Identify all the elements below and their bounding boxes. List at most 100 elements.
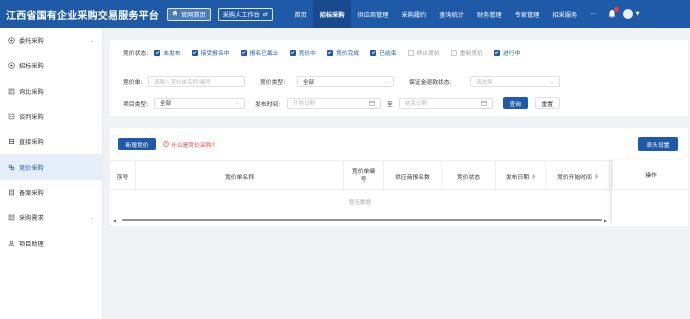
checkbox-checked-icon	[154, 49, 161, 56]
column-header-bid-start-time[interactable]: 竞价开始时间 ▲ ▼	[546, 161, 610, 191]
status-filter: 竞价状态: 未发布 接受报名中 报名已截止 竞价中 竞价完成 已结束 终止竞价	[123, 48, 531, 57]
direct-icon	[8, 138, 15, 145]
chevron-down-icon[interactable]: ▼	[636, 11, 640, 17]
nav-procurement-service[interactable]: 招采服务	[546, 0, 584, 28]
checkbox-checked-icon	[240, 49, 247, 56]
search-button[interactable]: 查询	[502, 97, 528, 109]
nav-expert-management[interactable]: 专家管理	[508, 0, 546, 28]
workbench-button-label: 采购人工作台	[222, 11, 260, 19]
sidebar-item-label: 备案采购	[19, 189, 44, 197]
publish-end-date-input[interactable]: 结束日期	[398, 97, 493, 109]
delegate-icon	[8, 37, 15, 44]
nav-more[interactable]: ···	[584, 0, 603, 28]
negotiation-icon	[8, 113, 15, 120]
sidebar-item-delegated-procurement[interactable]: 委托采购 ⌄	[0, 28, 102, 53]
add-bid-button[interactable]: 新增竞价	[118, 138, 156, 150]
fixed-operation-column: 操作	[611, 160, 689, 224]
filter-row-1: 竞价单: 请输入竞价单名称/编号 竞价类型: 全部 ⌄ 保证金退款状态: 请选择…	[123, 76, 560, 87]
bid-list-panel: 新增竞价 什么是竞价采购? 表头设置 序号 竞价单名称 竞价单编号 供应商报名数…	[110, 128, 689, 226]
nav-home[interactable]: 首页	[288, 0, 313, 28]
sidebar-item-tender-procurement[interactable]: 招标采购	[0, 53, 102, 78]
checkbox-checked-icon	[326, 49, 333, 56]
sidebar-item-negotiation-procurement[interactable]: 谈判采购	[0, 104, 102, 129]
what-is-bidding-link[interactable]: 什么是竞价采购?	[163, 140, 215, 149]
column-header-bid-number: 竞价单编号	[344, 161, 384, 191]
record-icon	[8, 189, 15, 196]
status-checkbox-registration-closed[interactable]: 报名已截止	[240, 48, 279, 57]
sidebar-item-label: 项目助理	[19, 240, 44, 248]
checkbox-unchecked-icon	[407, 49, 414, 56]
top-header: 江西省国有企业采购交易服务平台 官网首页 采购人工作台 ⇄ 首页 招标采购 供应…	[0, 0, 690, 28]
column-settings-button[interactable]: 表头设置	[638, 137, 678, 151]
notification-badge	[613, 7, 619, 12]
home-button[interactable]: 官网首页	[167, 7, 211, 21]
table-header: 序号 竞价单名称 竞价单编号 供应商报名数 竞价状态 发布日期 ▲ ▼ 竞价开始时…	[110, 160, 688, 191]
status-checkbox-ended[interactable]: 已结束	[370, 48, 397, 57]
switch-icon: ⇄	[262, 10, 268, 18]
nav-finance-management[interactable]: 财务管理	[470, 0, 508, 28]
nav-supplier-management[interactable]: 供应商管理	[351, 0, 395, 28]
scroll-left-arrow-icon[interactable]: ◀	[113, 218, 116, 223]
sidebar-item-label: 委托采购	[19, 38, 44, 46]
sidebar-item-label: 直接采购	[19, 139, 44, 147]
scroll-right-arrow-icon[interactable]: ▶	[604, 218, 607, 223]
bid-no-input[interactable]: 请输入竞价单名称/编号	[148, 76, 245, 87]
demand-icon	[8, 214, 15, 221]
status-checkbox-rebid[interactable]: 重新竞价	[450, 48, 483, 57]
column-header-bid-status: 竞价状态	[442, 161, 496, 191]
sidebar-item-label: 询比采购	[19, 88, 44, 96]
sidebar-item-inquiry-procurement[interactable]: 询比采购	[0, 79, 102, 104]
notification-bell-icon[interactable]	[607, 7, 619, 19]
status-checkbox-unpublished[interactable]: 未发布	[154, 48, 181, 57]
tender-icon	[8, 62, 15, 70]
deposit-refund-select[interactable]: 请选择 ⌄	[470, 76, 560, 87]
nav-tender-procurement[interactable]: 招标采购	[313, 0, 352, 28]
filter-row-2: 项目类型: 全部 ⌄ 发布时间: 开始日期 至 结束日期 查询 重置	[123, 97, 560, 109]
deposit-refund-label: 保证金退款状态:	[409, 80, 452, 86]
checkbox-checked-icon	[191, 49, 198, 56]
sidebar-item-project-assistant[interactable]: 项目助理	[0, 230, 102, 255]
status-checkbox-bidding-complete[interactable]: 竞价完成	[326, 48, 359, 57]
sidebar-item-label: 谈判采购	[19, 114, 44, 122]
status-checkbox-bidding[interactable]: 竞价中	[289, 48, 316, 57]
calendar-icon	[481, 100, 487, 106]
nav-procurement-performance[interactable]: 采购履约	[395, 0, 433, 28]
sidebar-item-label: 招标采购	[19, 63, 44, 71]
scrollbar-thumb[interactable]	[122, 218, 602, 222]
column-header-operation: 操作	[612, 160, 689, 190]
calendar-icon	[369, 100, 375, 106]
home-icon	[172, 10, 178, 18]
project-type-select[interactable]: 全部 ⌄	[154, 97, 245, 109]
workbench-button[interactable]: 采购人工作台 ⇄	[217, 7, 273, 21]
platform-title: 江西省国有企业采购交易服务平台	[6, 10, 159, 22]
sidebar: 委托采购 ⌄ 招标采购 询比采购 谈判采购 直接采购 竞价采购 备案采购 采购需…	[0, 28, 103, 319]
sidebar-item-bidding-procurement[interactable]: 竞价采购	[0, 154, 102, 180]
bidding-icon	[8, 164, 15, 171]
bid-type-select[interactable]: 全部 ⌄	[297, 76, 394, 87]
status-checkbox-accepting-registration[interactable]: 接受报名中	[191, 48, 230, 57]
horizontal-scrollbar[interactable]: ◀ ▶	[113, 217, 607, 223]
sidebar-item-direct-procurement[interactable]: 直接采购	[0, 129, 102, 154]
checkbox-checked-icon	[370, 49, 377, 56]
column-header-supplier-count: 供应商报名数	[384, 161, 442, 191]
publish-start-date-input[interactable]: 开始日期	[287, 97, 381, 109]
status-checkbox-terminated[interactable]: 终止竞价	[407, 48, 440, 57]
nav-query-statistics[interactable]: 查询统计	[433, 0, 471, 28]
filter-panel: 竞价状态: 未发布 接受报名中 报名已截止 竞价中 竞价完成 已结束 终止竞价	[110, 40, 688, 116]
checkbox-checked-icon	[493, 49, 500, 56]
column-header-publish-date[interactable]: 发布日期 ▲ ▼	[496, 161, 546, 191]
assistant-icon	[8, 240, 15, 247]
checkbox-checked-icon	[289, 49, 296, 56]
sort-icon[interactable]: ▲ ▼	[595, 172, 598, 180]
project-type-label: 项目类型:	[123, 101, 149, 108]
user-avatar[interactable]	[622, 9, 633, 19]
sidebar-item-procurement-demand[interactable]: 采购需求 ⌄	[0, 205, 102, 230]
chevron-down-icon: ⌄	[549, 78, 554, 85]
checkbox-unchecked-icon	[450, 49, 457, 56]
status-checkbox-in-progress[interactable]: 进行中	[493, 48, 520, 57]
reset-button[interactable]: 重置	[534, 97, 560, 109]
sort-icon[interactable]: ▲ ▼	[532, 172, 535, 180]
chevron-down-icon: ⌄	[383, 78, 388, 85]
sidebar-item-record-procurement[interactable]: 备案采购	[0, 180, 102, 205]
main-nav: 首页 招标采购 供应商管理 采购履约 查询统计 财务管理 专家管理 招采服务 ·…	[288, 0, 603, 28]
